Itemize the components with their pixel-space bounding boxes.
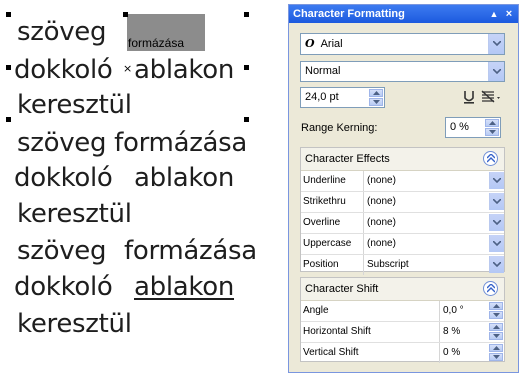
spin-down-icon[interactable] — [489, 311, 503, 319]
opentype-icon: O — [305, 37, 315, 50]
effect-name: Uppercase — [303, 238, 352, 249]
selected-subscript-text[interactable]: formázása — [128, 36, 184, 50]
chevron-down-icon[interactable] — [489, 193, 504, 210]
effect-name: Position — [303, 259, 339, 270]
range-kerning-spin-buttons[interactable] — [485, 119, 499, 136]
shift-name: Angle — [303, 305, 329, 316]
text-block2-line2-a[interactable]: dokkoló — [14, 163, 113, 193]
effect-row-uppercase[interactable]: Uppercase (none) — [301, 234, 504, 255]
collapse-section-icon[interactable] — [483, 281, 498, 296]
text-block3-line3[interactable]: keresztül — [17, 309, 132, 339]
shift-row-vertical[interactable]: Vertical Shift 0 % — [301, 343, 504, 363]
text-block3-line2-a[interactable]: dokkoló — [14, 272, 113, 302]
chevron-down-icon[interactable] — [489, 256, 504, 273]
text-block2-line1[interactable]: szöveg formázása — [17, 128, 247, 158]
chevron-down-icon[interactable] — [488, 62, 504, 81]
shift-name: Horizontal Shift — [303, 326, 371, 337]
character-formatting-docker: Character Formatting ▲ × O Arial Normal 2… — [288, 4, 519, 373]
shift-spin-buttons[interactable] — [489, 323, 503, 340]
text-block3-line1-a[interactable]: szöveg — [17, 236, 106, 266]
selection-handle-middle-left[interactable] — [6, 65, 11, 70]
effect-value: (none) — [367, 217, 396, 228]
spin-up-icon[interactable] — [489, 323, 503, 331]
effect-name: Strikethru — [303, 196, 346, 207]
character-shift-section: Character Shift Angle 0,0 ° Horizontal S… — [300, 277, 505, 363]
strikethru-dropdown-icon[interactable] — [481, 89, 503, 105]
docker-title: Character Formatting — [293, 8, 405, 20]
text-block2-line3[interactable]: keresztül — [17, 199, 132, 229]
selection-handle-top-right[interactable] — [244, 12, 249, 17]
effect-row-overline[interactable]: Overline (none) — [301, 213, 504, 234]
selection-handle-top-left[interactable] — [6, 12, 11, 17]
spin-up-icon[interactable] — [369, 89, 383, 97]
range-kerning-spinner[interactable]: 0 % — [445, 117, 501, 138]
spin-up-icon[interactable] — [489, 344, 503, 352]
spin-down-icon[interactable] — [489, 332, 503, 340]
selection-handle-top-middle[interactable] — [123, 12, 128, 17]
text-block2-line2-b[interactable]: ablakon — [134, 163, 234, 193]
effect-name: Underline — [303, 175, 346, 186]
docker-titlebar[interactable]: Character Formatting ▲ × — [289, 5, 518, 23]
effect-row-position[interactable]: Position Subscript — [301, 255, 504, 275]
shift-spin-buttons[interactable] — [489, 302, 503, 319]
character-effects-header[interactable]: Character Effects — [301, 148, 504, 171]
spin-down-icon[interactable] — [485, 128, 499, 136]
collapse-section-icon[interactable] — [483, 151, 498, 166]
shift-value: 0 % — [443, 347, 461, 358]
chevron-down-icon[interactable] — [489, 235, 504, 252]
font-value: Arial — [320, 38, 343, 50]
close-icon[interactable]: × — [502, 7, 516, 21]
effect-value: Subscript — [367, 259, 409, 270]
effect-value: (none) — [367, 196, 396, 207]
shift-row-horizontal[interactable]: Horizontal Shift 8 % — [301, 322, 504, 343]
selection-handle-bottom-right[interactable] — [244, 117, 249, 122]
chevron-down-icon[interactable] — [489, 172, 504, 189]
chevron-down-icon[interactable] — [489, 214, 504, 231]
spin-down-icon[interactable] — [369, 98, 383, 106]
center-x-marker: × — [123, 62, 133, 75]
chevron-down-icon[interactable] — [488, 34, 504, 54]
shift-spin-buttons[interactable] — [489, 344, 503, 361]
spin-up-icon[interactable] — [489, 302, 503, 310]
selection-handle-bottom-left[interactable] — [6, 117, 11, 122]
character-effects-title: Character Effects — [305, 153, 390, 165]
character-effects-section: Character Effects Underline (none) Strik… — [300, 147, 505, 275]
text-block1-line1-word[interactable]: szöveg — [17, 17, 106, 47]
text-block1-line3[interactable]: keresztül — [17, 90, 132, 120]
effect-row-strikethru[interactable]: Strikethru (none) — [301, 192, 504, 213]
character-shift-title: Character Shift — [305, 283, 379, 295]
font-dropdown[interactable]: O Arial — [300, 33, 505, 55]
font-size-value: 24,0 pt — [305, 91, 339, 103]
text-block3-line2-b-underlined[interactable]: ablakon — [134, 272, 234, 302]
text-block1-line2-a[interactable]: dokkoló — [14, 55, 113, 85]
font-style-value: Normal — [305, 65, 341, 77]
text-block1-line2-b[interactable]: ablakon — [134, 55, 234, 85]
text-block3-line1-b[interactable]: formázása — [124, 236, 257, 266]
spin-up-icon[interactable] — [485, 119, 499, 127]
effect-name: Overline — [303, 217, 341, 228]
shift-value: 8 % — [443, 326, 461, 337]
shift-row-angle[interactable]: Angle 0,0 ° — [301, 301, 504, 322]
range-kerning-label: Range Kerning: — [301, 122, 378, 134]
effect-value: (none) — [367, 175, 396, 186]
font-size-spin-buttons[interactable] — [369, 89, 383, 106]
underline-icon[interactable] — [462, 89, 476, 105]
effect-row-underline[interactable]: Underline (none) — [301, 171, 504, 192]
effect-value: (none) — [367, 238, 396, 249]
font-style-dropdown[interactable]: Normal — [300, 61, 505, 82]
document-canvas[interactable]: szöveg formázása dokkoló × ablakon keres… — [0, 0, 288, 377]
font-size-spinner[interactable]: 24,0 pt — [300, 87, 385, 108]
shift-value: 0,0 ° — [443, 305, 464, 316]
selection-handle-middle-right[interactable] — [244, 65, 249, 70]
shift-name: Vertical Shift — [303, 347, 359, 358]
range-kerning-value: 0 % — [450, 121, 469, 133]
character-shift-header[interactable]: Character Shift — [301, 278, 504, 301]
spin-down-icon[interactable] — [489, 353, 503, 361]
collapse-up-icon[interactable]: ▲ — [487, 7, 501, 21]
